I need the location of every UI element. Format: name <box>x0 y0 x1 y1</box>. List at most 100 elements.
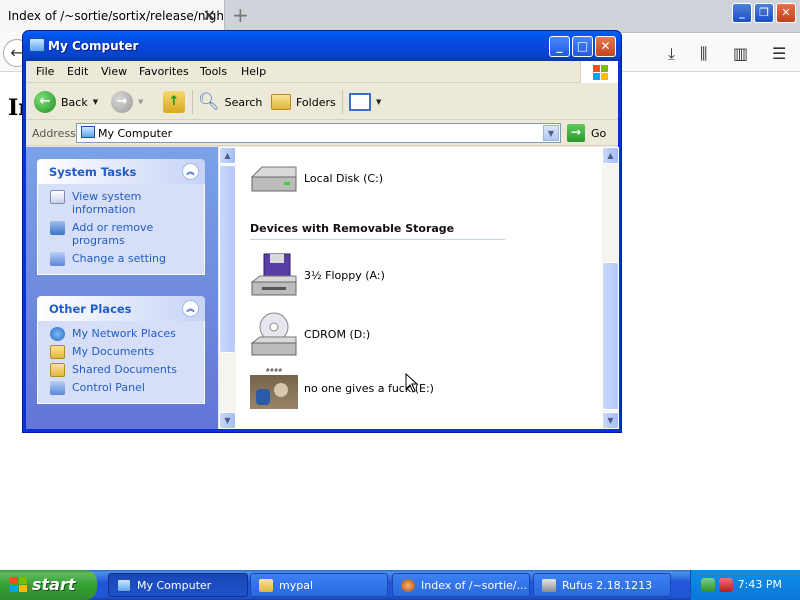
local-disk-label: Local Disk (C:) <box>304 171 384 185</box>
start-button[interactable]: start <box>0 570 97 600</box>
scroll-up-arrow[interactable]: ▲ <box>602 147 619 164</box>
local-disk-item[interactable]: Local Disk (C:) <box>250 161 383 195</box>
maximize-button[interactable]: □ <box>572 36 593 57</box>
close-tab-icon[interactable]: ✕ <box>203 6 216 25</box>
up-folder-button[interactable]: ↑ <box>163 90 185 114</box>
computer-icon <box>117 578 131 592</box>
views-button[interactable]: ▼ <box>349 90 381 114</box>
minimize-button[interactable]: _ <box>549 36 570 57</box>
go-button[interactable]: → Go <box>567 124 606 142</box>
computer-icon <box>29 38 45 52</box>
menu-help[interactable]: Help <box>241 65 266 78</box>
scroll-thumb[interactable] <box>219 165 236 353</box>
forward-button[interactable]: → ▼ <box>111 90 143 114</box>
scroll-down-arrow[interactable]: ▼ <box>219 412 236 429</box>
folder-icon <box>50 345 65 359</box>
sidebar-icon[interactable]: ▥ <box>733 44 748 63</box>
address-input[interactable]: My Computer ▼ <box>76 123 561 143</box>
cdrom-label: CDROM (D:) <box>304 327 371 341</box>
mouse-cursor-icon <box>405 373 419 393</box>
folder-icon <box>50 363 65 377</box>
collapse-icon[interactable]: ︽ <box>182 300 199 317</box>
menu-edit[interactable]: Edit <box>67 65 88 78</box>
view-system-information-link[interactable]: View system information <box>50 190 204 216</box>
folders-button[interactable]: Folders <box>271 90 336 114</box>
up-folder-icon: ↑ <box>163 91 185 113</box>
browser-tab-title: Index of /~sortie/sortix/release/nightl <box>8 9 225 23</box>
menu-file[interactable]: File <box>36 65 54 78</box>
control-panel-link[interactable]: Control Panel <box>50 381 204 395</box>
removable-storage-header: Devices with Removable Storage <box>250 222 505 240</box>
system-tasks-header[interactable]: System Tasks ︽ <box>37 159 205 184</box>
address-label: Address <box>32 127 76 140</box>
network-tray-icon[interactable] <box>701 578 715 592</box>
browser-window-controls: _ ❐ ✕ <box>732 3 796 23</box>
my-network-places-link[interactable]: My Network Places <box>50 327 204 341</box>
search-label: Search <box>224 95 263 109</box>
collapse-icon[interactable]: ︽ <box>182 163 199 180</box>
scroll-down-arrow[interactable]: ▼ <box>602 412 619 429</box>
browser-tabbar: Index of /~sortie/sortix/release/nightl … <box>0 0 800 33</box>
add-remove-programs-link[interactable]: Add or remove programs <box>50 221 204 247</box>
network-icon <box>50 327 65 341</box>
taskbar-item-browser[interactable]: Index of /~sortie/... <box>392 573 530 597</box>
download-icon[interactable]: ⤓ <box>668 44 675 64</box>
add-remove-icon <box>50 221 65 235</box>
my-documents-link[interactable]: My Documents <box>50 345 204 359</box>
search-button[interactable]: 🔍︎ Search <box>198 90 262 114</box>
windows-logo-icon <box>10 577 28 593</box>
taskbar-item-rufus[interactable]: Rufus 2.18.1213 <box>533 573 671 597</box>
content-scrollbar[interactable]: ▲ ▼ <box>602 147 619 429</box>
control-panel-icon <box>50 381 65 395</box>
system-tasks-title: System Tasks <box>49 165 137 179</box>
system-tasks-panel: System Tasks ︽ View system information A… <box>37 159 205 275</box>
go-label: Go <box>591 126 607 140</box>
shared-documents-link[interactable]: Shared Documents <box>50 363 204 377</box>
minimize-button[interactable]: _ <box>732 3 752 23</box>
start-label: start <box>32 575 76 594</box>
cdrom-item[interactable]: CDROM (D:) <box>250 311 370 357</box>
toolbar: ← Back ▼ → ▼ ↑ 🔍︎ Search Folders ▼ <box>26 84 618 120</box>
close-button[interactable]: ✕ <box>776 3 796 23</box>
back-arrow-icon: ← <box>34 91 56 113</box>
chevron-down-icon[interactable]: ▼ <box>543 125 559 141</box>
floppy-label: 3½ Floppy (A:) <box>304 268 385 282</box>
menu-view[interactable]: View <box>101 65 127 78</box>
change-setting-link[interactable]: Change a setting <box>50 252 204 266</box>
address-value: My Computer <box>98 127 173 140</box>
folder-icon <box>259 578 273 592</box>
new-tab-button[interactable]: + <box>232 3 249 27</box>
back-label: Back <box>61 95 88 109</box>
hard-drive-icon <box>250 166 297 192</box>
views-icon <box>349 93 371 111</box>
chevron-down-icon[interactable]: ▼ <box>138 98 143 106</box>
system-info-icon <box>50 190 65 204</box>
chevron-down-icon[interactable]: ▼ <box>93 98 98 106</box>
task-pane-scrollbar[interactable]: ▲ ▼ <box>219 147 236 429</box>
go-arrow-icon: → <box>567 124 585 142</box>
scroll-thumb[interactable] <box>602 262 619 410</box>
floppy-item[interactable]: 3½ Floppy (A:) <box>250 252 385 298</box>
scroll-up-arrow[interactable]: ▲ <box>219 147 236 164</box>
security-shield-icon[interactable] <box>719 578 733 592</box>
window-titlebar[interactable]: My Computer _ □ ✕ <box>23 31 621 61</box>
forward-arrow-icon: → <box>111 91 133 113</box>
back-button[interactable]: ← Back ▼ <box>34 90 98 114</box>
maximize-button[interactable]: ❐ <box>754 3 774 23</box>
system-tray: 7:43 PM <box>690 570 800 600</box>
library-icon[interactable]: ⫼ <box>700 44 707 64</box>
floppy-drive-icon <box>250 253 297 296</box>
browser-tab[interactable]: Index of /~sortie/sortix/release/nightl … <box>0 0 225 33</box>
usb-icon <box>542 578 556 592</box>
other-places-header[interactable]: Other Places ︽ <box>37 296 205 321</box>
my-computer-window: My Computer _ □ ✕ File Edit View Favorit… <box>22 30 622 433</box>
close-button[interactable]: ✕ <box>595 36 616 57</box>
taskbar-item-mypal[interactable]: mypal <box>250 573 388 597</box>
menu-tools[interactable]: Tools <box>200 65 227 78</box>
folder-icon <box>271 94 291 110</box>
taskbar-item-my-computer[interactable]: My Computer <box>108 573 248 597</box>
other-places-panel: Other Places ︽ My Network Places My Docu… <box>37 296 205 404</box>
window-title: My Computer <box>48 39 139 53</box>
menu-favorites[interactable]: Favorites <box>139 65 189 78</box>
menu-icon[interactable]: ☰ <box>772 44 786 63</box>
